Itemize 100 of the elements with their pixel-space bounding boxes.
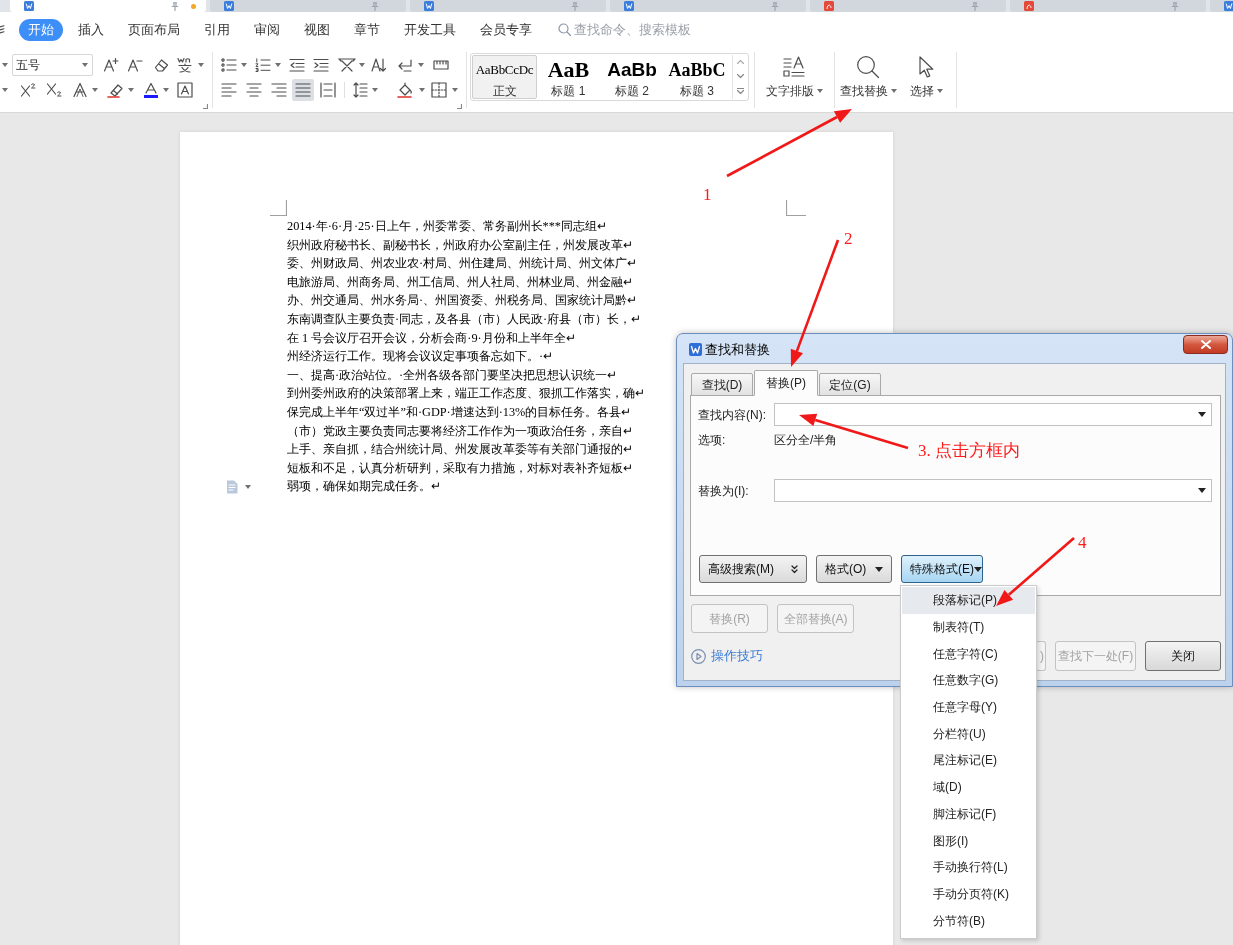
menu-item[interactable]: 段落标记(P) — [902, 587, 1035, 614]
dropdown-arrow-icon[interactable] — [1198, 412, 1206, 417]
asian-layout-icon[interactable] — [338, 57, 356, 73]
menu-item[interactable]: 任意数字(G) — [902, 667, 1035, 694]
line-break-icon[interactable] — [397, 58, 413, 72]
caret-icon[interactable] — [92, 88, 98, 92]
subscript-icon[interactable] — [46, 82, 62, 98]
style-item[interactable]: AaB 标题 1 — [537, 55, 600, 99]
scroll-down-icon[interactable] — [736, 74, 744, 78]
caret-icon[interactable] — [452, 88, 458, 92]
ribbon-tab[interactable]: 章节 — [345, 18, 389, 41]
menu-item[interactable]: 脚注标记(F) — [902, 800, 1035, 828]
field-label: 选项: — [698, 432, 727, 449]
style-item[interactable]: AaBbCcDc 正文 — [472, 55, 537, 99]
document-tab[interactable] — [810, 0, 1006, 12]
numbered-list-icon[interactable] — [255, 58, 271, 72]
command-search-field[interactable]: 查找命令、搜索模板 — [574, 19, 714, 40]
highlighter-icon[interactable] — [107, 82, 125, 98]
document-tab[interactable] — [410, 0, 606, 12]
menu-item[interactable]: 图形(I) — [902, 827, 1035, 854]
menu-item[interactable]: 任意字母(Y) — [902, 693, 1035, 721]
font-grow-icon[interactable] — [103, 57, 119, 73]
document-tab[interactable] — [10, 0, 206, 12]
close-button[interactable] — [1183, 335, 1228, 354]
caret-icon[interactable] — [163, 88, 169, 92]
play-circle-icon[interactable] — [691, 648, 706, 664]
menu-item[interactable]: 分节符(B) — [902, 907, 1035, 934]
text-effect-icon[interactable] — [72, 82, 88, 98]
annotation-label: 3. 点击方框内 — [918, 441, 1020, 461]
font-color-icon[interactable] — [144, 82, 158, 98]
bullet-list-icon[interactable] — [221, 58, 237, 72]
menu-item[interactable]: 制表符(T) — [902, 613, 1035, 641]
dialog-button[interactable]: 关闭 — [1145, 641, 1221, 671]
caret-icon[interactable] — [198, 63, 204, 67]
caret-icon[interactable] — [241, 63, 247, 67]
option-button[interactable]: 特殊格式(E) — [901, 555, 983, 583]
caret-icon[interactable] — [936, 89, 943, 93]
indent-icon[interactable] — [313, 58, 329, 72]
caret-icon[interactable] — [418, 63, 424, 67]
character-border-icon[interactable] — [177, 82, 193, 98]
font-shrink-icon[interactable] — [127, 57, 143, 73]
dialog-tab[interactable]: 替换(P) — [754, 370, 818, 396]
menu-item[interactable]: 分栏符(U) — [902, 720, 1035, 748]
replace-field[interactable] — [774, 479, 1212, 502]
borders-icon[interactable] — [431, 82, 447, 98]
ribbon-tab[interactable]: 页面布局 — [119, 18, 189, 41]
ruler-marks-icon[interactable] — [433, 59, 449, 71]
caret-icon[interactable] — [275, 63, 281, 67]
find-field[interactable] — [774, 403, 1212, 426]
find-replace-button[interactable]: 查找替换 — [836, 47, 900, 98]
caret-icon[interactable] — [2, 63, 8, 67]
menu-item[interactable]: 任意字符(C) — [902, 640, 1035, 668]
outdent-icon[interactable] — [289, 58, 305, 72]
select-button[interactable]: 选择 — [902, 47, 950, 98]
superscript-icon[interactable] — [20, 82, 36, 98]
document-tab[interactable] — [1010, 0, 1206, 12]
document-paragraph: 办、州交通局、州水务局·、州国资委、州税务局、国家统计局黔↵ — [287, 292, 638, 310]
document-tab[interactable] — [210, 0, 406, 12]
caret-icon[interactable] — [419, 88, 425, 92]
font-size-field[interactable]: 五号 — [12, 54, 93, 76]
caret-icon[interactable] — [816, 89, 823, 93]
pin-icon[interactable] — [171, 1, 179, 11]
menu-item[interactable]: 手动分页符(K) — [902, 880, 1035, 908]
ribbon-tab[interactable]: 会员专享 — [471, 18, 541, 41]
dropdown-arrow-icon[interactable] — [1198, 488, 1206, 493]
caret-icon[interactable] — [359, 63, 365, 67]
caret-icon[interactable] — [128, 88, 134, 92]
style-item[interactable]: AaBb 标题 2 — [600, 55, 664, 99]
caret-icon[interactable] — [372, 88, 378, 92]
ribbon-tab[interactable]: 插入 — [69, 18, 113, 41]
caret-icon[interactable] — [82, 63, 88, 67]
ribbon-tab[interactable]: 开发工具 — [395, 18, 465, 41]
sort-icon[interactable] — [371, 57, 387, 73]
ribbon-tab[interactable]: 引用 — [195, 18, 239, 41]
option-button[interactable]: 格式(O) — [816, 555, 892, 583]
document-paragraph: 保完成上半年“双过半”和·GDP·增速达到·13%的目标任务。各县↵ — [287, 403, 632, 421]
style-item[interactable]: AaBbC 标题 3 — [664, 55, 730, 99]
dialog-launcher-icon[interactable] — [203, 104, 208, 109]
line-spacing-icon[interactable] — [353, 82, 368, 98]
text-layout-button[interactable]: 文字排版 — [756, 47, 832, 98]
caret-icon[interactable] — [2, 88, 8, 92]
document-tab[interactable] — [610, 0, 806, 12]
dialog-launcher-icon[interactable] — [457, 104, 462, 109]
more-icon[interactable] — [736, 88, 744, 94]
tips-link[interactable]: 操作技巧 — [711, 646, 763, 666]
caret-icon[interactable] — [890, 89, 897, 93]
menu-item[interactable]: 尾注标记(E) — [902, 747, 1035, 774]
ribbon-tab[interactable]: 视图 — [295, 18, 339, 41]
lines-icon[interactable] — [0, 24, 5, 35]
caret-icon[interactable] — [245, 484, 251, 489]
eraser-icon[interactable] — [153, 57, 169, 73]
option-button[interactable]: 高级搜索(M) — [699, 555, 807, 583]
dialog-tab[interactable]: 定位(G) — [819, 373, 881, 396]
search-icon[interactable] — [558, 23, 571, 36]
menu-item[interactable]: 域(D) — [902, 773, 1035, 801]
menu-item[interactable]: 手动换行符(L) — [902, 853, 1035, 881]
ribbon-tab[interactable]: 审阅 — [245, 18, 289, 41]
dialog-tab[interactable]: 查找(D) — [691, 373, 753, 396]
shading-icon[interactable] — [397, 82, 415, 98]
pinyin-icon[interactable] — [176, 57, 194, 73]
